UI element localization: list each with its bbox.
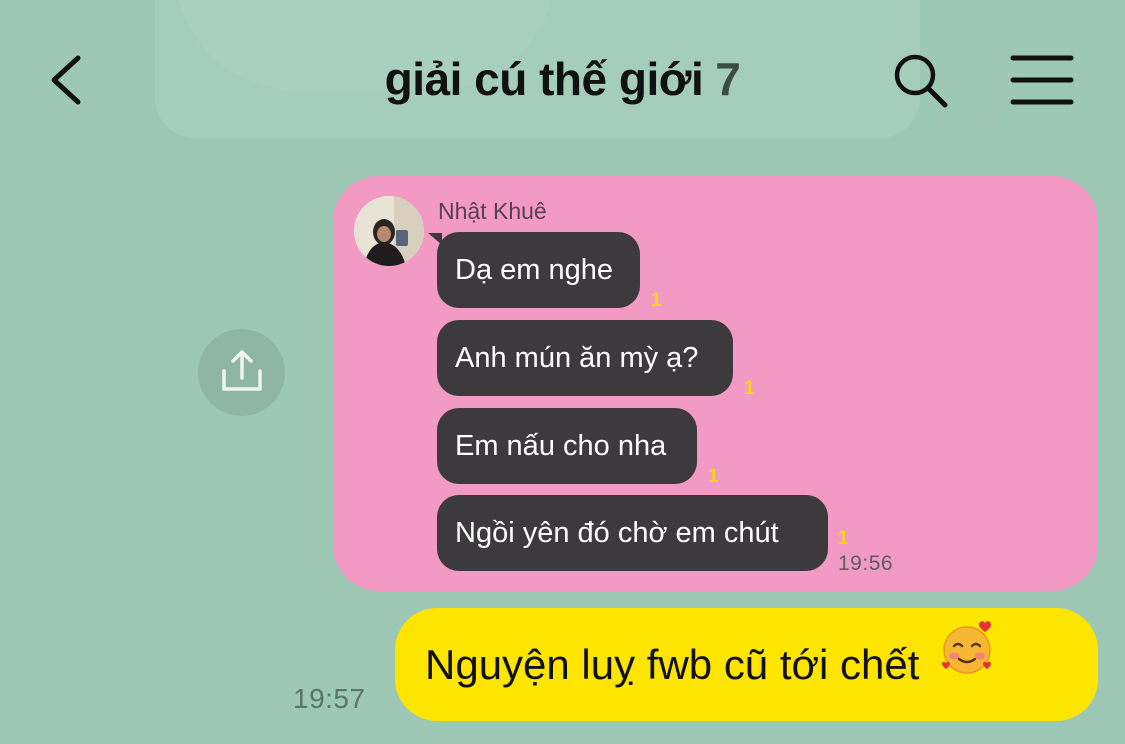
message-timestamp: 19:56 [838,552,894,575]
share-icon [222,350,262,391]
my-message-timestamp: 19:57 [293,683,366,714]
message-bubble-2[interactable]: Anh mún ăn mỳ ạ? [437,320,733,396]
sender-name: Nhật Khuê [438,198,547,224]
my-message-text: Nguyện luỵ fwb cũ tới chết [425,641,920,688]
member-count: 7 [715,53,741,105]
unread-count-3: 1 [708,466,719,487]
background-timestamp: 22:01 [932,110,1003,140]
unread-count-2: 1 [744,378,755,399]
chat-name: giải cú thế giới [384,53,704,105]
unread-count-1: 1 [651,290,662,311]
smiling-face-with-hearts-icon [939,606,997,719]
menu-button[interactable] [1010,52,1074,108]
message-bubble-1[interactable]: Dạ em nghe [437,232,640,308]
hamburger-menu-icon [1010,55,1074,105]
my-message-bubble[interactable]: Nguyện luỵ fwb cũ tới chết [395,608,1098,721]
unread-count-4: 1 [838,528,849,549]
message-bubble-3[interactable]: Em nấu cho nha [437,408,697,484]
chat-title: giải cú thế giới 7 [0,52,1125,106]
search-button[interactable] [890,50,952,112]
share-button[interactable] [198,329,285,416]
sender-avatar[interactable] [354,196,424,266]
message-bubble-4[interactable]: Ngồi yên đó chờ em chút [437,495,828,571]
search-icon [894,54,948,108]
